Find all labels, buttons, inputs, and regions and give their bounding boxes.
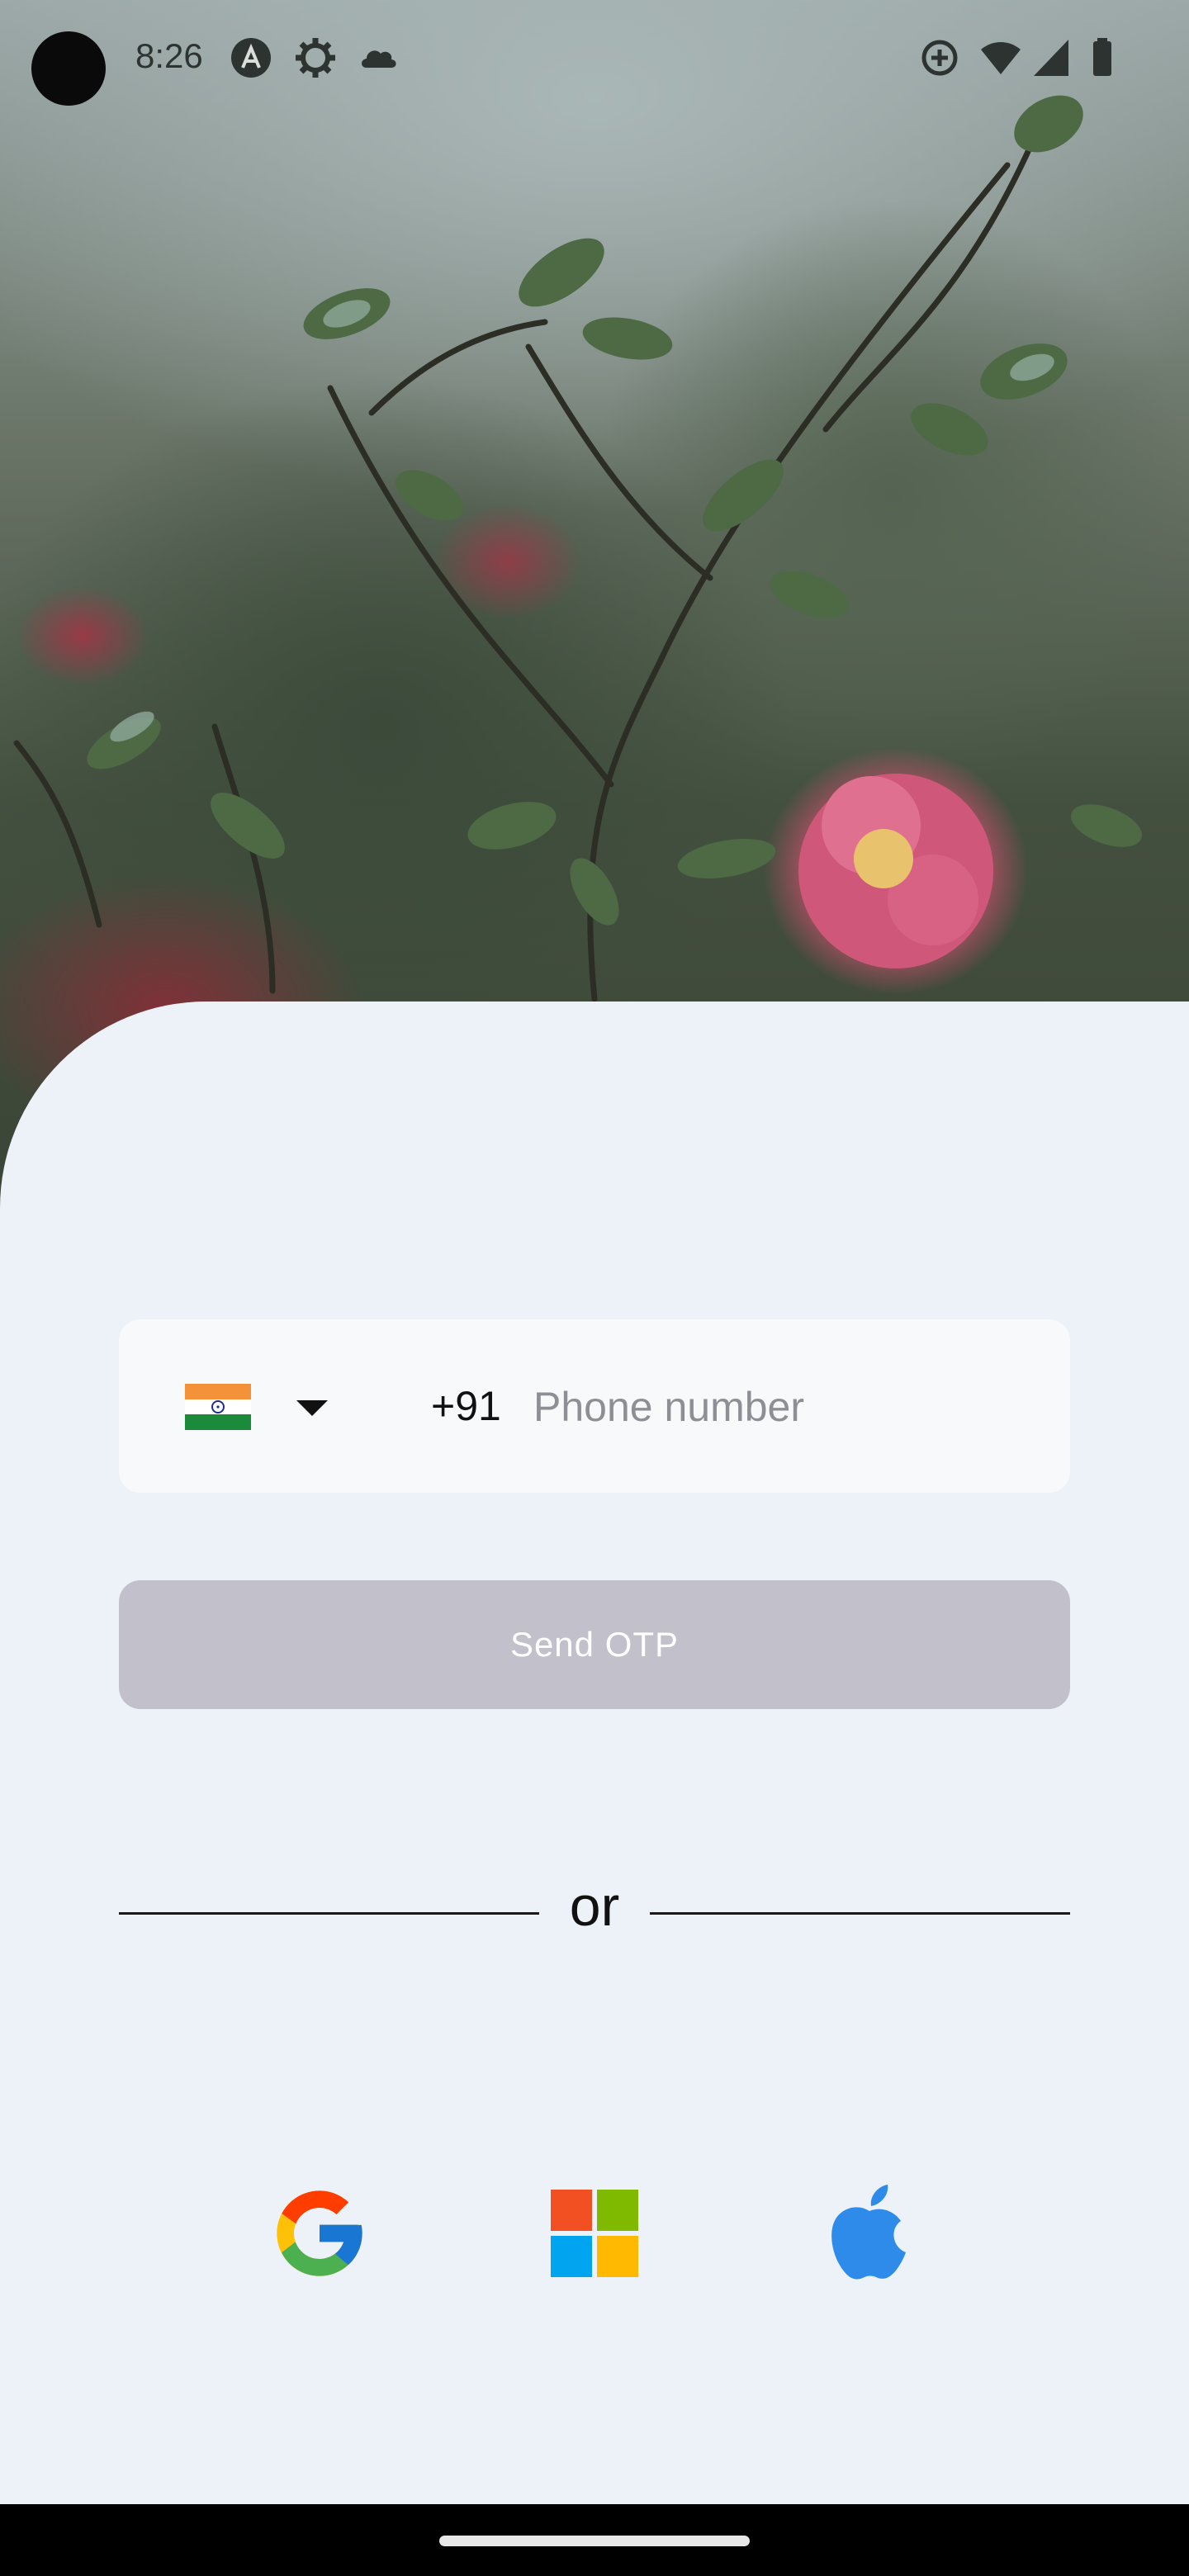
front-camera-cutout xyxy=(31,31,106,106)
apple-icon xyxy=(831,2185,906,2280)
cellular-signal-icon xyxy=(1034,40,1068,76)
home-gesture-handle[interactable] xyxy=(439,2536,750,2546)
divider-line-left xyxy=(119,1912,539,1915)
status-time: 8:26 xyxy=(135,36,203,75)
phone-number-field: +91 xyxy=(119,1319,1070,1493)
country-code-selector[interactable] xyxy=(185,1361,350,1451)
or-divider-label: or xyxy=(569,1875,620,1938)
chevron-down-icon xyxy=(296,1400,328,1416)
settings-gear-icon xyxy=(296,38,335,78)
apple-login-button[interactable] xyxy=(816,2180,923,2287)
send-otp-button[interactable]: Send OTP xyxy=(119,1580,1070,1709)
phone-number-input[interactable] xyxy=(532,1369,1030,1445)
data-saver-icon xyxy=(921,40,958,76)
divider-line-right xyxy=(650,1912,1070,1915)
system-navigation-bar xyxy=(0,2504,1189,2576)
dial-code: +91 xyxy=(431,1383,501,1429)
microsoft-icon xyxy=(551,2190,638,2277)
cloud-icon xyxy=(362,50,396,68)
battery-icon xyxy=(1093,38,1111,76)
app-notification-icon xyxy=(231,38,271,78)
microsoft-login-button[interactable] xyxy=(541,2180,648,2287)
wifi-icon xyxy=(981,42,1021,74)
india-flag-icon xyxy=(185,1384,251,1430)
google-icon xyxy=(277,2190,362,2276)
google-login-button[interactable] xyxy=(266,2180,373,2287)
status-bar: 8:26 xyxy=(0,0,1189,116)
